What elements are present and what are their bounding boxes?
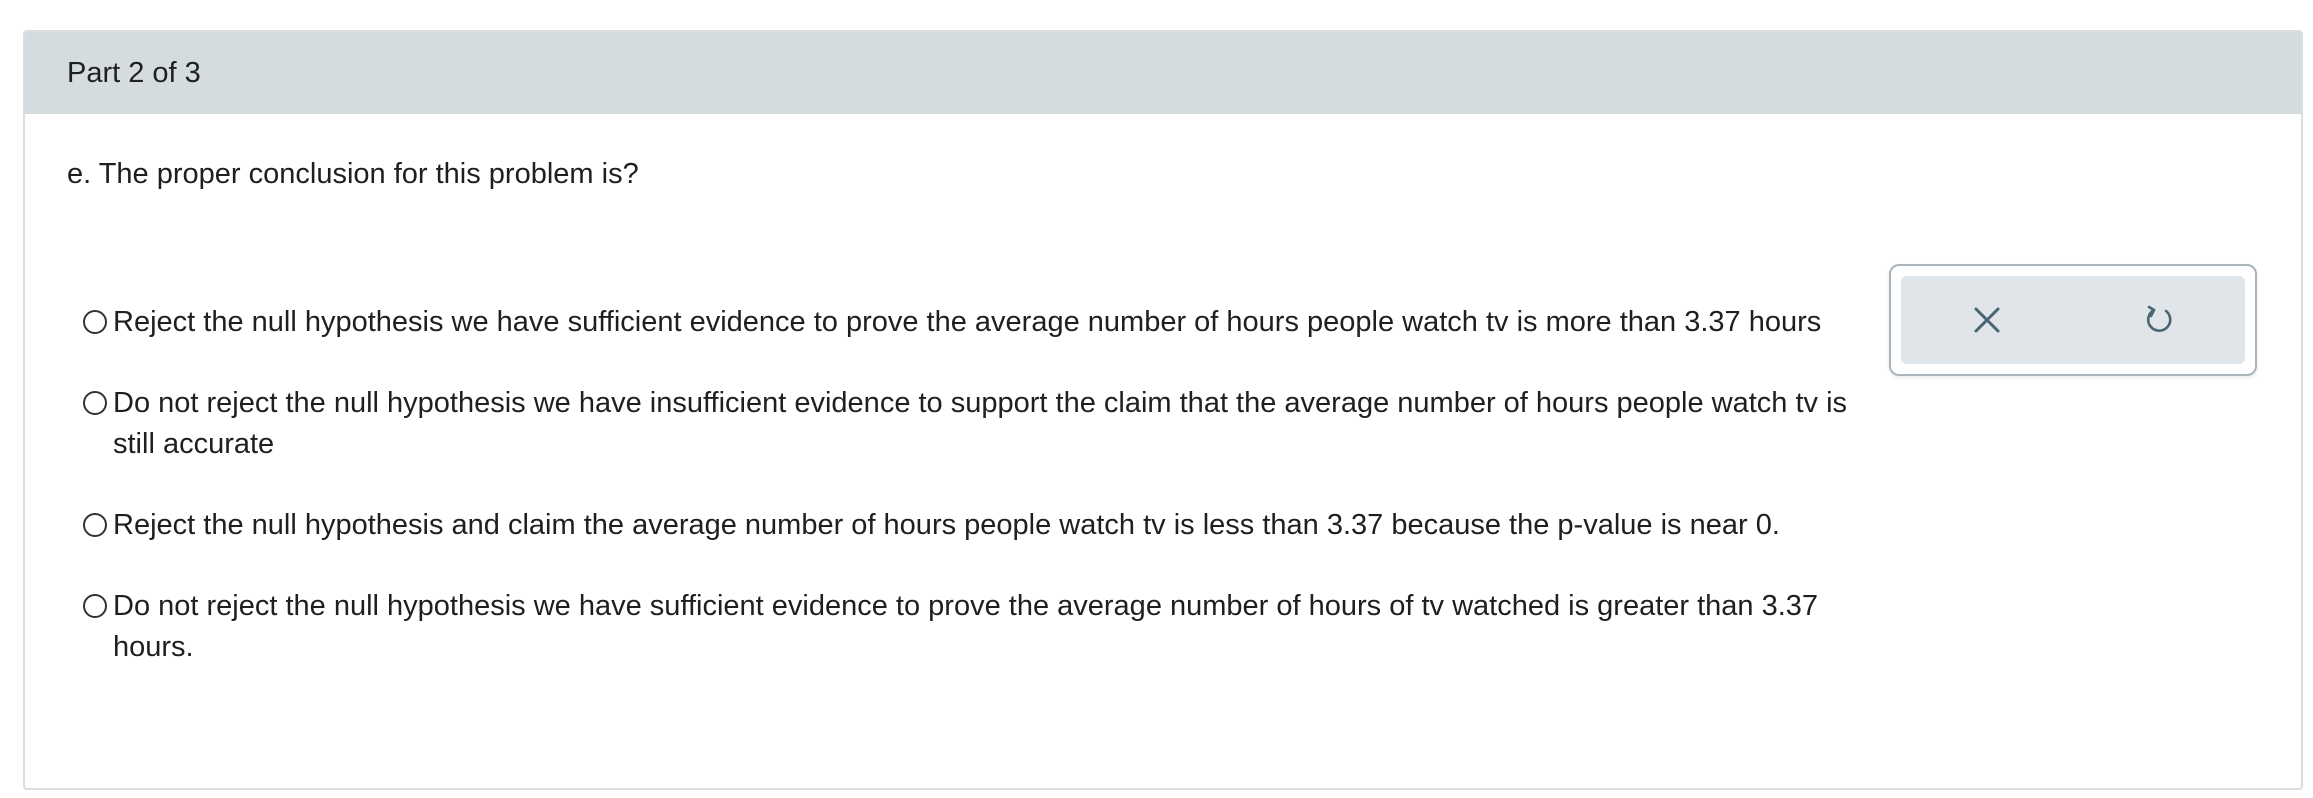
answer-choice-label: Reject the null hypothesis and claim the…	[113, 509, 1780, 541]
answer-choice-label: Do not reject the null hypothesis we hav…	[113, 387, 1848, 460]
radio-button[interactable]	[83, 594, 107, 618]
question-prompt: e. The proper conclusion for this proble…	[67, 158, 639, 190]
card-header: Part 2 of 3	[25, 32, 2301, 114]
undo-icon	[2146, 305, 2172, 332]
question-card: Part 2 of 3 e. The proper conclusion for…	[23, 30, 2303, 790]
undo-button[interactable]	[2129, 290, 2189, 350]
answer-choice-label: Do not reject the null hypothesis we hav…	[113, 590, 1819, 663]
answer-choice-3[interactable]: Reject the null hypothesis and claim the…	[83, 505, 1863, 546]
radio-button[interactable]	[83, 310, 107, 334]
answer-choice-label: Reject the null hypothesis we have suffi…	[113, 306, 1822, 338]
radio-button[interactable]	[83, 513, 107, 537]
answer-tools-bar	[1901, 276, 2245, 364]
clear-button[interactable]	[1957, 290, 2017, 350]
answer-tools-panel	[1889, 264, 2257, 376]
radio-button[interactable]	[83, 391, 107, 415]
part-indicator: Part 2 of 3	[67, 56, 201, 89]
answer-choice-1[interactable]: Reject the null hypothesis we have suffi…	[83, 302, 1863, 343]
answer-choice-4[interactable]: Do not reject the null hypothesis we hav…	[83, 586, 1863, 668]
answer-choices: Reject the null hypothesis we have suffi…	[83, 302, 1863, 708]
close-icon	[1974, 307, 2000, 333]
answer-choice-2[interactable]: Do not reject the null hypothesis we hav…	[83, 383, 1863, 465]
